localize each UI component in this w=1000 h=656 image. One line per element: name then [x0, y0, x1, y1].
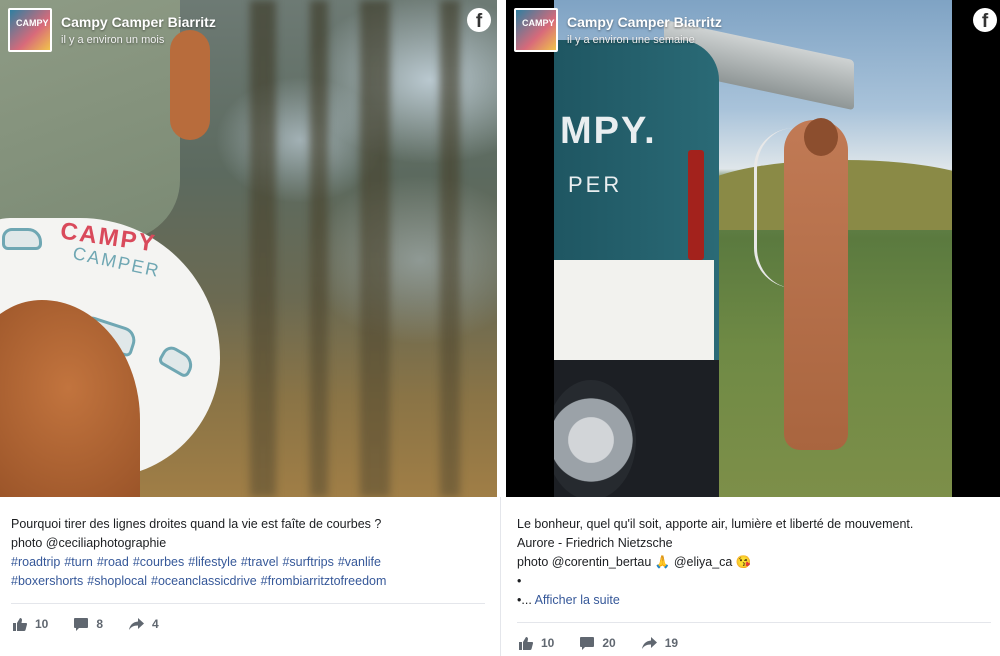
post-timestamp[interactable]: il y a environ un mois: [61, 34, 216, 46]
stats-divider: [11, 603, 485, 604]
caption-line: •... Afficher la suite: [517, 591, 913, 610]
tree-decoration: [250, 0, 276, 497]
like-count[interactable]: 10: [519, 636, 554, 650]
comment-count[interactable]: 20: [580, 636, 616, 650]
hashtag-link[interactable]: #travel: [241, 555, 279, 569]
share-icon: [129, 618, 145, 630]
post-card-2: MPY. PER CAMPY Campy Camper Biarritz il …: [506, 0, 1000, 656]
hashtag-link[interactable]: #shoplocal: [87, 574, 147, 588]
thumbs-up-icon: [519, 636, 533, 650]
page-avatar[interactable]: CAMPY: [8, 8, 52, 52]
hashtag-link[interactable]: #oceanclassicdrive: [151, 574, 257, 588]
hashtag-link[interactable]: #lifestyle: [188, 555, 237, 569]
hashtag-line: #roadtrip #turn #road #courbes #lifestyle #tr…: [11, 553, 390, 572]
like-count-value: 10: [541, 636, 555, 650]
page-name[interactable]: Campy Camper Biarritz: [61, 14, 216, 30]
hashtag-link[interactable]: #turn: [64, 555, 93, 569]
facebook-icon[interactable]: f: [467, 8, 491, 32]
post-header: CAMPY Campy Camper Biarritz il y a envir…: [514, 8, 722, 52]
thumbs-up-icon: [13, 617, 27, 631]
hashtag-link[interactable]: #road: [97, 555, 129, 569]
van-print-decoration: [2, 228, 42, 250]
comment-count-value: 20: [602, 636, 616, 650]
caption-line: Aurore - Friedrich Nietzsche: [517, 536, 673, 550]
tree-decoration: [440, 0, 460, 497]
post-caption: Pourquoi tirer des lignes droites quand …: [11, 515, 390, 591]
comment-icon: [74, 617, 89, 631]
caption-line: Le bonheur, quel qu'il soit, apporte air…: [517, 517, 914, 531]
post-header: CAMPY Campy Camper Biarritz il y a envir…: [8, 8, 216, 52]
page-meta: Campy Camper Biarritz il y a environ un …: [61, 14, 216, 46]
card-gap: [497, 0, 506, 656]
facebook-icon[interactable]: f: [973, 8, 997, 32]
hashtag-line: #boxershorts #shoplocal #oceanclassicdrive…: [11, 572, 390, 591]
tree-decoration: [310, 0, 328, 497]
like-count-value: 10: [35, 617, 49, 631]
comment-count[interactable]: 8: [74, 617, 103, 631]
photo-scene: MPY. PER: [554, 0, 952, 497]
stats-divider: [517, 622, 991, 623]
van-taillight: [688, 150, 704, 260]
tree-decoration: [360, 0, 390, 497]
post-caption: Le bonheur, quel qu'il soit, apporte air…: [517, 515, 913, 610]
share-count[interactable]: 4: [129, 617, 159, 631]
avatar-text: CAMPY: [522, 18, 555, 28]
share-count-value: 19: [664, 636, 679, 650]
avatar-text: CAMPY: [16, 18, 49, 28]
caption-bullet: •...: [517, 593, 535, 607]
comment-icon: [580, 636, 595, 650]
post-card-1: CAMPY CAMPER CAMPY Campy Camper Biarritz…: [0, 0, 497, 656]
page-avatar[interactable]: CAMPY: [514, 8, 558, 52]
page-meta: Campy Camper Biarritz il y a environ une…: [567, 14, 722, 46]
van-lettering-sub: PER: [568, 172, 623, 197]
engagement-stats: 10 8 4: [13, 617, 185, 631]
share-count-value: 4: [152, 617, 159, 631]
page-name[interactable]: Campy Camper Biarritz: [567, 14, 722, 30]
person-shape: [784, 120, 848, 450]
caption-line: •: [517, 574, 522, 588]
caption-line: photo @ceciliaphotographie: [11, 536, 167, 550]
van-lettering: MPY.: [560, 110, 657, 152]
caption-line: photo @corentin_bertau 🙏 @eliya_ca 😘: [517, 555, 752, 569]
engagement-stats: 10 20 19: [519, 636, 704, 650]
caption-line: Pourquoi tirer des lignes droites quand …: [11, 517, 382, 531]
hashtag-link[interactable]: #vanlife: [338, 555, 381, 569]
hashtag-link[interactable]: #frombiarritztofreedom: [261, 574, 387, 588]
see-more-link[interactable]: Afficher la suite: [535, 593, 620, 607]
hashtag-link[interactable]: #surftrips: [282, 555, 333, 569]
hashtag-link[interactable]: #courbes: [133, 555, 184, 569]
share-count[interactable]: 19: [641, 636, 679, 650]
card-separator: [500, 497, 501, 656]
comment-count-value: 8: [96, 617, 104, 631]
hashtag-link[interactable]: #roadtrip: [11, 555, 60, 569]
post-photo[interactable]: CAMPY CAMPER: [0, 0, 497, 497]
person-head: [804, 118, 838, 156]
post-timestamp[interactable]: il y a environ une semaine: [567, 34, 722, 46]
post-photo[interactable]: MPY. PER: [506, 0, 1000, 497]
hashtag-link[interactable]: #boxershorts: [11, 574, 83, 588]
share-icon: [641, 637, 657, 649]
like-count[interactable]: 10: [13, 617, 48, 631]
